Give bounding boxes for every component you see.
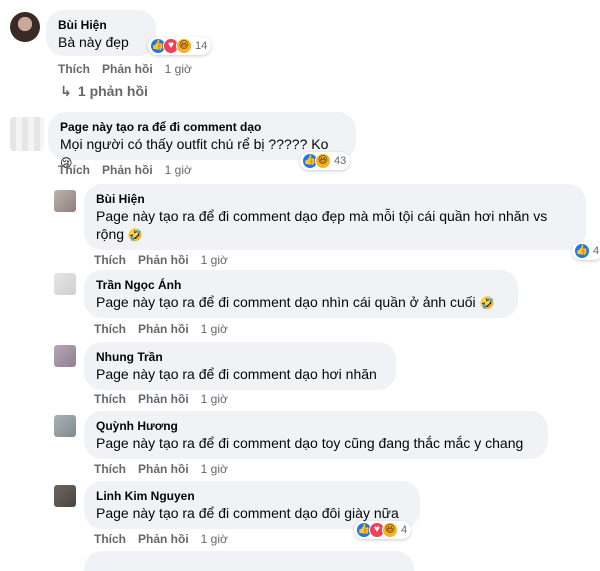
reply-button[interactable]: Phản hồi: [138, 322, 189, 336]
haha-icon: 😆: [176, 38, 192, 54]
avatar[interactable]: [54, 345, 76, 367]
like-button[interactable]: Thích: [94, 532, 126, 546]
laugh-emoji-icon: 🤣: [479, 296, 495, 310]
reply-bubble-partial: [84, 551, 414, 571]
reply-text: Page này tạo ra để đi comment dạo đôi gi…: [96, 505, 399, 521]
haha-icon: 😆: [382, 522, 398, 538]
reply-button[interactable]: Phản hồi: [138, 532, 189, 546]
reply-arrow-icon: ↳: [60, 83, 72, 99]
timestamp[interactable]: 1 giờ: [201, 462, 228, 476]
timestamp[interactable]: 1 giờ: [165, 62, 192, 76]
commenter-name[interactable]: Linh Kim Nguyen: [96, 489, 408, 504]
reply-bubble: Trần Ngọc Ánh Page này tạo ra để đi comm…: [84, 270, 518, 318]
reaction-summary[interactable]: 👍 😆 43: [300, 152, 351, 170]
avatar[interactable]: [10, 12, 40, 42]
reaction-summary[interactable]: 👍 ♥ 😆 4: [354, 521, 412, 539]
comment-actions: Thích Phản hồi 1 giờ: [58, 62, 204, 76]
commenter-name[interactable]: Page này tạo ra để đi comment dạo: [60, 120, 344, 135]
reaction-count: 4: [593, 245, 600, 257]
like-button[interactable]: Thích: [94, 322, 126, 336]
reply-text: Page này tạo ra để đi comment dạo nhìn c…: [96, 293, 506, 312]
like-button[interactable]: Thích: [58, 163, 90, 177]
commenter-name[interactable]: Nhung Trần: [96, 350, 384, 365]
reaction-summary[interactable]: 👍 4: [572, 242, 600, 260]
reaction-count: 4: [401, 524, 408, 536]
like-button[interactable]: Thích: [94, 253, 126, 267]
laugh-emoji-icon: 🤣: [127, 228, 143, 242]
timestamp[interactable]: 1 giờ: [165, 163, 192, 177]
reaction-count: 43: [334, 155, 347, 167]
commenter-name[interactable]: Bùi Hiện: [58, 18, 144, 33]
reply-actions: Thích Phản hồi 1 giờ: [94, 462, 240, 476]
comment-text: Bà này đẹp: [58, 34, 129, 50]
reply-bubble: Bùi Hiện Page này tạo ra để đi comment d…: [84, 184, 586, 250]
reaction-summary[interactable]: 👍 ♥ 😆 14: [148, 37, 212, 55]
reply-button[interactable]: Phản hồi: [138, 253, 189, 267]
like-icon: 👍: [574, 243, 590, 259]
comment-bubble: Bùi Hiện Bà này đẹp: [46, 10, 156, 56]
reply-actions: Thích Phản hồi 1 giờ: [94, 392, 240, 406]
like-button[interactable]: Thích: [94, 392, 126, 406]
timestamp[interactable]: 1 giờ: [201, 253, 228, 267]
reply-button[interactable]: Phản hồi: [102, 62, 153, 76]
view-replies-link[interactable]: ↳ 1 phản hồi: [60, 83, 148, 100]
reply-actions: Thích Phản hồi 1 giờ: [94, 322, 240, 336]
reply-text-content: Page này tạo ra để đi comment dạo nhìn c…: [96, 294, 476, 310]
reply-button[interactable]: Phản hồi: [102, 163, 153, 177]
reply-button[interactable]: Phản hồi: [138, 392, 189, 406]
replies-count: 1 phản hồi: [77, 83, 148, 99]
avatar[interactable]: [54, 485, 76, 507]
avatar[interactable]: [54, 415, 76, 437]
commenter-name[interactable]: Quỳnh Hương: [96, 419, 536, 434]
timestamp[interactable]: 1 giờ: [201, 392, 228, 406]
reaction-count: 14: [195, 40, 208, 52]
reply-text-line2: rộng 🤣: [96, 225, 574, 244]
reply-text: Page này tạo ra để đi comment dạo đẹp mà…: [96, 208, 548, 224]
avatar[interactable]: [54, 190, 76, 212]
commenter-name[interactable]: Trần Ngọc Ánh: [96, 278, 506, 293]
comment-actions: Thích Phản hồi 1 giờ: [58, 163, 204, 177]
commenter-name[interactable]: Bùi Hiện: [96, 192, 574, 207]
reply-button[interactable]: Phản hồi: [138, 462, 189, 476]
timestamp[interactable]: 1 giờ: [201, 532, 228, 546]
like-button[interactable]: Thích: [94, 462, 126, 476]
timestamp[interactable]: 1 giờ: [201, 322, 228, 336]
avatar[interactable]: [10, 117, 44, 151]
reply-text-content: rộng: [96, 226, 125, 242]
reply-bubble: Nhung Trần Page này tạo ra để đi comment…: [84, 342, 396, 390]
reply-actions: Thích Phản hồi 1 giờ: [94, 532, 240, 546]
comment-text-content: Mọi người có thấy outfit chú rể bị ?????…: [60, 136, 329, 152]
like-button[interactable]: Thích: [58, 62, 90, 76]
reply-text: Page này tạo ra để đi comment dạo toy cũ…: [96, 435, 524, 451]
avatar[interactable]: [54, 273, 76, 295]
haha-icon: 😆: [315, 153, 331, 169]
reply-text: Page này tạo ra để đi comment dạo hơi nh…: [96, 366, 377, 382]
reply-bubble: Quỳnh Hương Page này tạo ra để đi commen…: [84, 411, 548, 459]
reply-actions: Thích Phản hồi 1 giờ: [94, 253, 240, 267]
